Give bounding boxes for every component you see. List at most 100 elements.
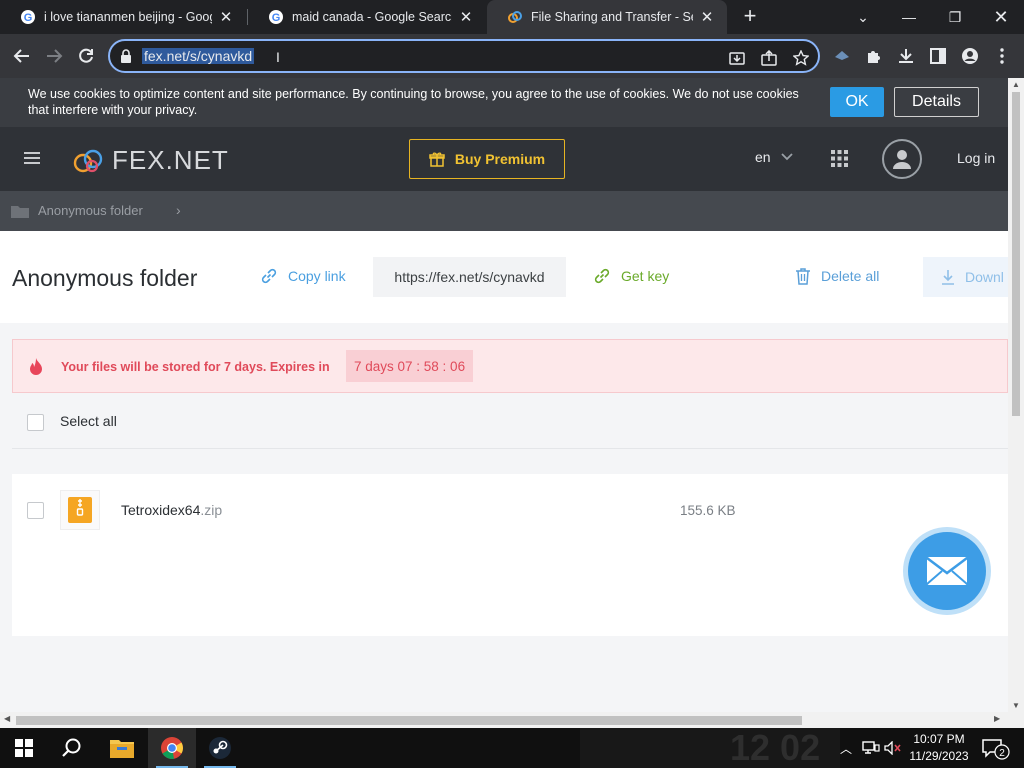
- file-checkbox[interactable]: [27, 502, 44, 519]
- gift-icon: [429, 152, 445, 167]
- cookie-banner: We use cookies to optimize content and s…: [0, 78, 1008, 127]
- svg-text:G: G: [24, 12, 33, 24]
- search-button[interactable]: [48, 728, 96, 768]
- download-button[interactable]: Downl: [923, 257, 1008, 297]
- side-panel-icon[interactable]: [924, 42, 952, 70]
- close-icon[interactable]: ✕: [699, 8, 715, 26]
- tab-1[interactable]: G i love tiananmen beijing - Google ✕: [0, 0, 246, 34]
- page-viewport: We use cookies to optimize content and s…: [0, 78, 1008, 712]
- expiry-countdown: 7 days 07 : 58 : 06: [346, 350, 474, 382]
- chevron-down-icon: [780, 153, 793, 161]
- cookie-details-button[interactable]: Details: [894, 87, 979, 117]
- volume-muted-icon[interactable]: [884, 741, 902, 755]
- cookie-ok-button[interactable]: OK: [830, 87, 884, 117]
- file-basename: Tetroxidex64: [121, 502, 201, 518]
- buy-premium-button[interactable]: Buy Premium: [409, 139, 565, 179]
- breadcrumb-folder[interactable]: Anonymous folder: [38, 203, 143, 218]
- user-icon: [893, 150, 911, 169]
- clock-date: 11/29/2023: [909, 749, 969, 763]
- vertical-scroll-thumb[interactable]: [1012, 92, 1020, 416]
- lock-icon: [121, 49, 131, 63]
- reload-icon: [79, 48, 93, 63]
- login-link[interactable]: Log in: [957, 150, 995, 166]
- fex-logo[interactable]: FEX.NET: [72, 145, 229, 176]
- share-link-field[interactable]: https://fex.net/s/cynavkd: [373, 257, 566, 297]
- chrome-taskbar-button[interactable]: [148, 728, 196, 768]
- search-icon: [62, 738, 81, 757]
- restore-button[interactable]: ❐: [932, 0, 978, 34]
- forward-button[interactable]: [40, 42, 68, 70]
- close-window-button[interactable]: ✕: [978, 0, 1024, 34]
- share-icon[interactable]: [758, 47, 780, 69]
- tray-chevron-up-icon[interactable]: ︿: [840, 740, 852, 757]
- buy-premium-label: Buy Premium: [454, 151, 546, 167]
- browser-toolbar: fex.net/s/cynavkd I: [0, 34, 1024, 78]
- close-icon[interactable]: ✕: [458, 8, 474, 26]
- tab-3-active[interactable]: File Sharing and Transfer - Send ✕: [487, 0, 727, 34]
- reload-button[interactable]: [72, 42, 100, 70]
- tab-2[interactable]: G maid canada - Google Search ✕: [248, 0, 486, 34]
- contact-mail-button[interactable]: [903, 527, 991, 615]
- google-icon: G: [21, 10, 35, 24]
- scroll-up-arrow-icon[interactable]: ▲: [1012, 80, 1020, 89]
- back-arrow-icon: [13, 49, 29, 63]
- url-text[interactable]: fex.net/s/cynavkd: [142, 48, 255, 64]
- scroll-left-arrow-icon[interactable]: ◀: [4, 714, 10, 723]
- select-all-checkbox[interactable]: [27, 414, 44, 431]
- install-app-icon[interactable]: [726, 47, 748, 69]
- user-avatar[interactable]: [882, 139, 922, 179]
- forward-arrow-icon: [47, 49, 63, 63]
- horizontal-scroll-thumb[interactable]: [16, 716, 802, 725]
- tab-search-button[interactable]: ⌄: [840, 0, 886, 34]
- system-clock[interactable]: 10:07 PM 11/29/2023: [904, 731, 974, 765]
- select-all-label[interactable]: Select all: [60, 413, 117, 429]
- extensions-puzzle-icon[interactable]: [860, 42, 888, 70]
- file-list: Tetroxidex64.zip 155.6 KB: [12, 474, 1008, 636]
- copy-link-button[interactable]: Copy link: [260, 267, 346, 285]
- folder-title: Anonymous folder: [12, 265, 198, 291]
- horizontal-scrollbar[interactable]: ◀ ▶: [0, 712, 1024, 728]
- list-item[interactable]: Tetroxidex64.zip 155.6 KB: [12, 474, 1008, 548]
- start-button[interactable]: [0, 728, 48, 768]
- scroll-down-arrow-icon[interactable]: ▼: [1012, 701, 1020, 710]
- notifications-icon[interactable]: 2: [982, 738, 1012, 760]
- get-key-label: Get key: [621, 268, 670, 284]
- expiry-notice: Your files will be stored for 7 days. Ex…: [12, 339, 1008, 393]
- envelope-icon: [926, 557, 968, 585]
- chevron-right-icon: ›: [176, 202, 181, 218]
- windows-taskbar: 12 02 ︿ 10:07 PM 11/29/2023 2: [0, 728, 1024, 768]
- network-icon[interactable]: [862, 741, 880, 755]
- hamburger-menu-icon[interactable]: [24, 152, 40, 164]
- browser-menu-icon[interactable]: [988, 42, 1016, 70]
- delete-all-label: Delete all: [821, 268, 880, 284]
- address-bar[interactable]: fex.net/s/cynavkd I: [108, 39, 820, 73]
- mail-fab-inner: [908, 532, 986, 610]
- svg-text:G: G: [272, 12, 281, 24]
- minimize-button[interactable]: —: [886, 0, 932, 34]
- vertical-scrollbar[interactable]: ▲ ▼: [1008, 78, 1024, 712]
- get-key-button[interactable]: Get key: [593, 267, 669, 285]
- bookmark-star-icon[interactable]: [790, 47, 812, 69]
- scroll-right-arrow-icon[interactable]: ▶: [994, 714, 1000, 723]
- language-select[interactable]: en: [755, 149, 793, 165]
- back-button[interactable]: [8, 42, 36, 70]
- close-icon[interactable]: ✕: [218, 8, 234, 26]
- notification-count: 2: [999, 748, 1005, 759]
- logo-text: FEX.NET: [112, 145, 229, 175]
- file-name[interactable]: Tetroxidex64.zip: [121, 502, 222, 518]
- select-all-row: Select all: [12, 393, 1008, 449]
- language-label: en: [755, 149, 771, 165]
- download-label: Downl: [965, 269, 1004, 285]
- expiry-message: Your files will be stored for 7 days. Ex…: [61, 360, 330, 374]
- windows-logo-icon: [15, 739, 33, 757]
- delete-all-button[interactable]: Delete all: [795, 267, 879, 285]
- profile-icon[interactable]: [956, 42, 984, 70]
- steam-taskbar-button[interactable]: [196, 728, 244, 768]
- apps-grid-icon[interactable]: [831, 150, 848, 167]
- extension-bird-icon[interactable]: [828, 42, 856, 70]
- downloads-icon[interactable]: [892, 42, 920, 70]
- new-tab-button[interactable]: +: [738, 5, 762, 29]
- file-explorer-button[interactable]: [98, 728, 146, 768]
- text-cursor-icon: I: [276, 49, 280, 65]
- site-header: FEX.NET Buy Premium en Log in: [0, 127, 1008, 191]
